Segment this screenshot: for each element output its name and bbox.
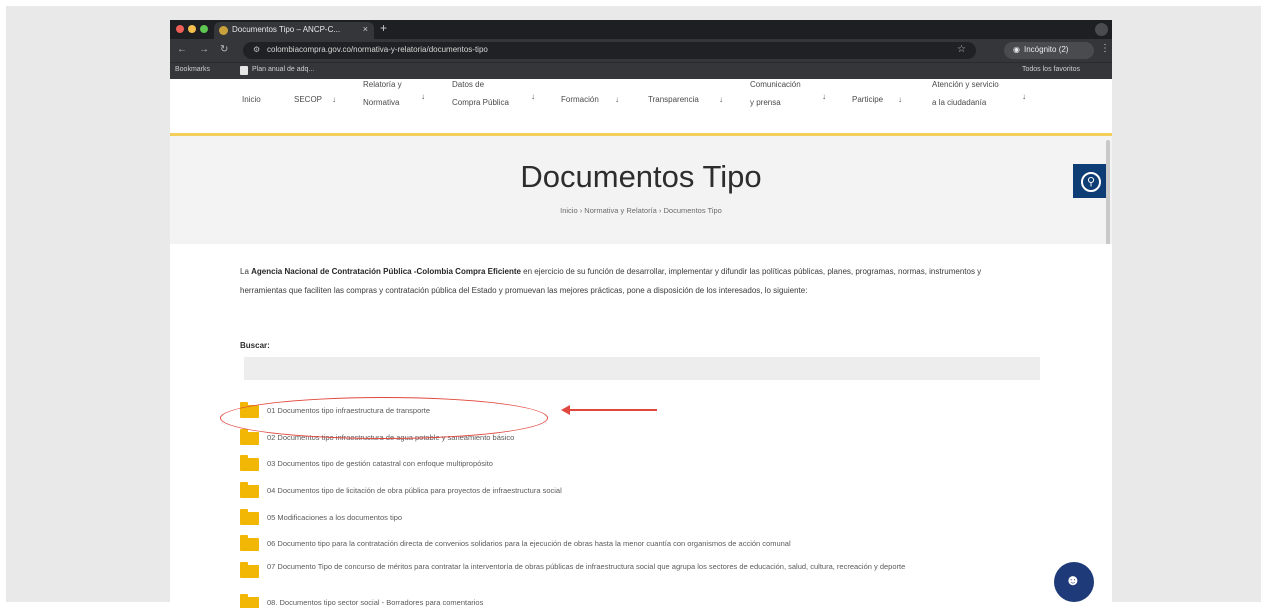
- nav-item-participe[interactable]: Participe: [852, 95, 883, 105]
- site-nav: Inicio SECOP ↓ Relatoría y Normativa ↓ D…: [170, 80, 1112, 136]
- nav-label-line1: Datos de: [452, 80, 485, 89]
- incognito-label: Incógnito (2): [1024, 45, 1069, 54]
- bookmark-item[interactable]: Plan anual de adq...: [252, 66, 314, 73]
- screenshot-frame: Documentos Tipo – ANCP-C... × + ← → ↻ ⚙ …: [6, 6, 1261, 608]
- new-tab-button[interactable]: +: [380, 21, 387, 35]
- folder-label: 06 Documento tipo para la contratación d…: [267, 539, 791, 548]
- nav-label-line2: y prensa: [750, 98, 781, 107]
- nav-item-transparencia[interactable]: Transparencia: [648, 95, 699, 105]
- bookmark-page-icon: [240, 66, 248, 75]
- tab-strip: Documentos Tipo – ANCP-C... × +: [170, 20, 1112, 39]
- browser-window: Documentos Tipo – ANCP-C... × + ← → ↻ ⚙ …: [170, 20, 1112, 608]
- intro-paragraph: La Agencia Nacional de Contratación Públ…: [240, 262, 1010, 300]
- close-window-button[interactable]: [176, 25, 184, 33]
- incognito-badge[interactable]: ◉ Incógnito (2): [1004, 42, 1094, 59]
- breadcrumb[interactable]: Inicio › Normativa y Relatoría › Documen…: [170, 206, 1112, 215]
- scrollbar[interactable]: [1106, 140, 1110, 250]
- accessibility-button[interactable]: ⚲: [1073, 164, 1107, 198]
- folder-icon: [240, 482, 259, 498]
- bookmark-left: Bookmarks: [175, 66, 211, 73]
- nav-item-comunicacion[interactable]: Comunicación y prensa: [750, 80, 801, 108]
- chat-icon: ☻: [1065, 572, 1081, 589]
- folder-item[interactable]: 04 Documentos tipo de licitación de obra…: [240, 482, 1040, 501]
- reload-icon[interactable]: ↻: [220, 44, 228, 55]
- nav-item-secop[interactable]: SECOP: [294, 95, 322, 105]
- folder-icon: [240, 535, 259, 551]
- chevron-down-icon: ↓: [615, 95, 619, 104]
- search-input[interactable]: [244, 357, 1040, 380]
- favicon-icon: [219, 26, 228, 35]
- folder-icon: [240, 562, 259, 578]
- nav-label-line2: Normativa: [363, 98, 400, 107]
- bookmarks-bar: Bookmarks Plan anual de adq... Todos los…: [170, 62, 1112, 80]
- folder-icon: [240, 594, 259, 608]
- folder-item[interactable]: 08. Documentos tipo sector social - Borr…: [240, 594, 1040, 608]
- nav-item-formacion[interactable]: Formación: [561, 95, 599, 105]
- folder-icon: [240, 509, 259, 525]
- page-title: Documentos Tipo: [520, 159, 762, 194]
- chat-widget-button[interactable]: ☻: [1054, 562, 1094, 602]
- forward-arrow-icon[interactable]: →: [199, 44, 209, 55]
- intro-agency-name: Agencia Nacional de Contratación Pública…: [251, 267, 521, 276]
- all-bookmarks[interactable]: Todos los favoritos: [1022, 66, 1080, 73]
- highlight-ellipse: [220, 397, 548, 439]
- intro-prefix: La: [240, 267, 252, 276]
- chevron-down-icon: ↓: [719, 95, 723, 104]
- bookmark-star-icon[interactable]: ☆: [957, 44, 966, 55]
- nav-item-datos[interactable]: Datos de Compra Pública: [452, 80, 509, 108]
- folder-item[interactable]: 03 Documentos tipo de gestión catastral …: [240, 455, 1040, 474]
- chevron-down-icon: ↓: [898, 95, 902, 104]
- chevron-down-icon: ↓: [822, 92, 826, 101]
- url-text: colombiacompra.gov.co/normativa-y-relato…: [267, 45, 488, 54]
- tab-search-icon[interactable]: [1095, 23, 1108, 36]
- tab-title: Documentos Tipo – ANCP-C...: [232, 25, 341, 34]
- chevron-down-icon: ↓: [1022, 92, 1026, 101]
- nav-label-line2: Compra Pública: [452, 98, 509, 107]
- folder-item[interactable]: 07 Documento Tipo de concurso de méritos…: [240, 562, 1040, 581]
- nav-item-atencion[interactable]: Atención y servicio a la ciudadanía: [932, 80, 999, 108]
- folder-label: 07 Documento Tipo de concurso de méritos…: [267, 562, 906, 571]
- maximize-window-button[interactable]: [200, 25, 208, 33]
- back-arrow-icon[interactable]: ←: [177, 44, 187, 55]
- bookmarks-label[interactable]: Bookmarks: [175, 66, 210, 73]
- tab-close-icon[interactable]: ×: [363, 24, 368, 34]
- site-info-icon[interactable]: ⚙: [253, 45, 260, 54]
- folder-item[interactable]: 06 Documento tipo para la contratación d…: [240, 535, 1040, 554]
- address-bar[interactable]: ⚙ colombiacompra.gov.co/normativa-y-rela…: [243, 42, 976, 59]
- folder-label: 04 Documentos tipo de licitación de obra…: [267, 486, 562, 495]
- chevron-down-icon: ↓: [421, 92, 425, 101]
- minimize-window-button[interactable]: [188, 25, 196, 33]
- annotation-arrow-line: [566, 409, 657, 411]
- nav-label-line1: Relatoría y: [363, 80, 402, 89]
- nav-label-line1: Atención y servicio: [932, 80, 999, 89]
- folder-item[interactable]: 05 Modificaciones a los documentos tipo: [240, 509, 1040, 528]
- nav-item-relatoria[interactable]: Relatoría y Normativa: [363, 80, 402, 108]
- nav-item-inicio[interactable]: Inicio: [242, 95, 261, 105]
- chevron-down-icon: ↓: [531, 92, 535, 101]
- folder-label: 05 Modificaciones a los documentos tipo: [267, 513, 403, 522]
- nav-label-line1: Comunicación: [750, 80, 801, 89]
- folder-label: 03 Documentos tipo de gestión catastral …: [267, 459, 493, 468]
- accessibility-icon: ⚲: [1081, 172, 1101, 192]
- search-label: Buscar:: [240, 341, 270, 350]
- nav-label-line2: a la ciudadanía: [932, 98, 987, 107]
- folder-icon: [240, 429, 259, 445]
- browser-menu-icon[interactable]: ⋮: [1100, 43, 1110, 54]
- browser-tab[interactable]: Documentos Tipo – ANCP-C... ×: [214, 22, 374, 39]
- browser-toolbar: ← → ↻ ⚙ colombiacompra.gov.co/normativa-…: [170, 39, 1112, 62]
- folder-icon: [240, 455, 259, 471]
- incognito-icon: ◉: [1013, 45, 1020, 54]
- chevron-down-icon: ↓: [332, 95, 336, 104]
